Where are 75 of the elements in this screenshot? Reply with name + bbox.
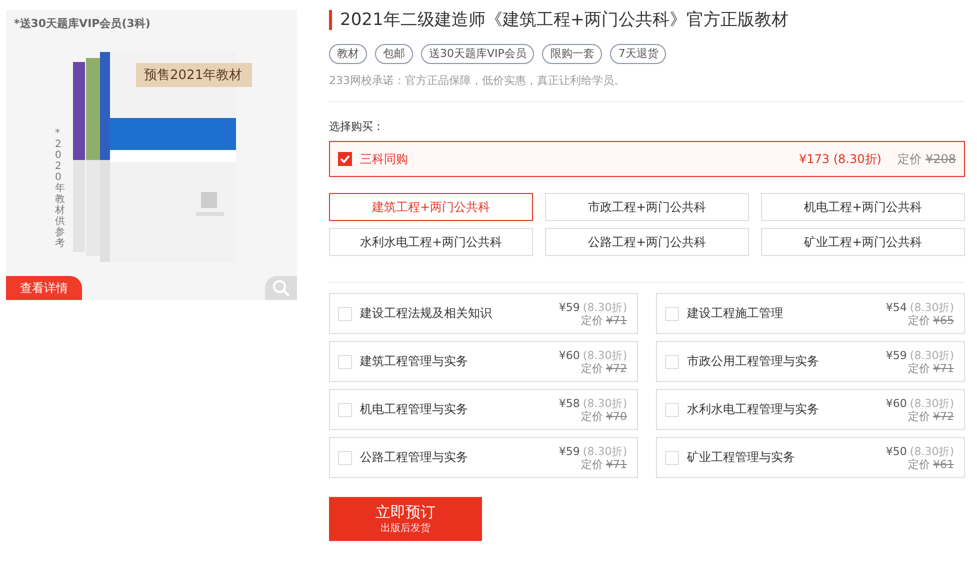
list-price-label: 定价 xyxy=(897,150,922,168)
list-price: ¥71 xyxy=(606,458,627,470)
combo-option[interactable]: 矿业工程+两门公共科 xyxy=(761,228,965,256)
combo-option[interactable]: 公路工程+两门公共科 xyxy=(545,228,749,256)
feature-tag: 7天退货 xyxy=(610,44,666,64)
discount-text: (8.30折) xyxy=(582,396,627,410)
combo-option[interactable]: 水利水电工程+两门公共科 xyxy=(329,228,533,256)
bundle-price: ¥173 (8.30折) xyxy=(799,150,882,168)
bundle-name: 三科同购 xyxy=(360,150,408,168)
subject-price: ¥54 xyxy=(886,300,907,314)
subject-name: 建设工程施工管理 xyxy=(687,305,783,322)
promo-caption: *送30天题库VIP会员(3科) xyxy=(14,16,150,31)
search-icon xyxy=(272,279,290,297)
list-price-label: 定价 xyxy=(908,314,930,326)
checkbox[interactable] xyxy=(338,152,352,166)
subject-option[interactable]: 建筑工程管理与实务 ¥60 (8.30折) 定价 ¥72 xyxy=(329,341,638,382)
list-price-label: 定价 xyxy=(908,362,930,374)
list-price: ¥72 xyxy=(606,362,627,374)
promise-text: 233网校承诺：官方正品保障，低价实惠，真正让利给学员。 xyxy=(329,73,626,88)
list-price: ¥70 xyxy=(606,410,627,422)
combo-option[interactable]: 市政工程+两门公共科 xyxy=(545,193,749,221)
list-price-label: 定价 xyxy=(908,458,930,470)
discount-text: (8.30折) xyxy=(582,300,627,314)
discount-text: (8.30折) xyxy=(582,444,627,458)
subject-option[interactable]: 建设工程法规及相关知识 ¥59 (8.30折) 定价 ¥71 xyxy=(329,293,638,334)
list-price-label: 定价 xyxy=(581,410,603,422)
discount-text: (8.30折) xyxy=(910,444,954,458)
order-button[interactable]: 立即预订 出版后发货 xyxy=(329,497,482,541)
discount-text: (8.30折) xyxy=(910,348,954,362)
feature-tag: 教材 xyxy=(329,44,367,64)
subject-name: 建筑工程管理与实务 xyxy=(360,353,468,370)
subject-price: ¥50 xyxy=(886,444,907,458)
subject-price: ¥58 xyxy=(558,396,580,410)
subject-option[interactable]: 市政公用工程管理与实务 ¥59 (8.30折) 定价 ¥71 xyxy=(656,341,965,382)
subject-price: ¥59 xyxy=(886,348,907,362)
details-button[interactable]: 查看详情 xyxy=(6,276,82,300)
combo-option[interactable]: 建筑工程+两门公共科 xyxy=(329,193,533,221)
subject-name: 建设工程法规及相关知识 xyxy=(360,305,492,322)
presale-banner: 预售2021年教材 xyxy=(136,63,252,87)
discount-text: (8.30折) xyxy=(910,396,954,410)
subject-price: ¥60 xyxy=(886,396,907,410)
bundle-option[interactable]: 三科同购 ¥173 (8.30折) 定价 ¥208 xyxy=(329,141,965,177)
discount-text: (8.30折) xyxy=(910,300,954,314)
subject-price: ¥60 xyxy=(558,348,580,362)
subject-option[interactable]: 矿业工程管理与实务 ¥50 (8.30折) 定价 ¥61 xyxy=(656,437,965,478)
subject-name: 机电工程管理与实务 xyxy=(360,401,468,418)
product-title: 2021年二级建造师《建筑工程+两门公共科》官方正版教材 xyxy=(329,10,965,30)
list-price: ¥72 xyxy=(933,410,954,422)
discount-text: (8.30折) xyxy=(582,348,627,362)
subject-name: 水利水电工程管理与实务 xyxy=(687,401,819,418)
subject-price: ¥59 xyxy=(558,300,580,314)
combo-option[interactable]: 机电工程+两门公共科 xyxy=(761,193,965,221)
feature-tag: 包邮 xyxy=(375,44,413,64)
subject-name: 市政公用工程管理与实务 xyxy=(687,353,819,370)
subject-name: 公路工程管理与实务 xyxy=(360,449,468,466)
purchase-label: 选择购买： xyxy=(329,119,385,134)
subject-name: 矿业工程管理与实务 xyxy=(687,449,795,466)
list-price: ¥208 xyxy=(925,152,956,166)
list-price: ¥71 xyxy=(606,314,627,326)
list-price-label: 定价 xyxy=(581,362,603,374)
list-price-label: 定价 xyxy=(581,458,603,470)
reference-note: *2020年教材供参考 xyxy=(55,128,65,249)
feature-tag: 送30天题库VIP会员 xyxy=(421,44,534,64)
feature-tag: 限购一套 xyxy=(542,44,602,64)
subject-option[interactable]: 机电工程管理与实务 ¥58 (8.30折) 定价 ¥70 xyxy=(329,389,638,430)
subject-option[interactable]: 公路工程管理与实务 ¥59 (8.30折) 定价 ¥71 xyxy=(329,437,638,478)
subject-option[interactable]: 建设工程施工管理 ¥54 (8.30折) 定价 ¥65 xyxy=(656,293,965,334)
list-price: ¥61 xyxy=(933,458,954,470)
list-price-label: 定价 xyxy=(581,314,603,326)
list-price: ¥71 xyxy=(933,362,954,374)
list-price-label: 定价 xyxy=(908,410,930,422)
subject-price: ¥59 xyxy=(558,444,580,458)
zoom-button[interactable] xyxy=(265,276,297,300)
list-price: ¥65 xyxy=(933,314,954,326)
subject-option[interactable]: 水利水电工程管理与实务 ¥60 (8.30折) 定价 ¥72 xyxy=(656,389,965,430)
